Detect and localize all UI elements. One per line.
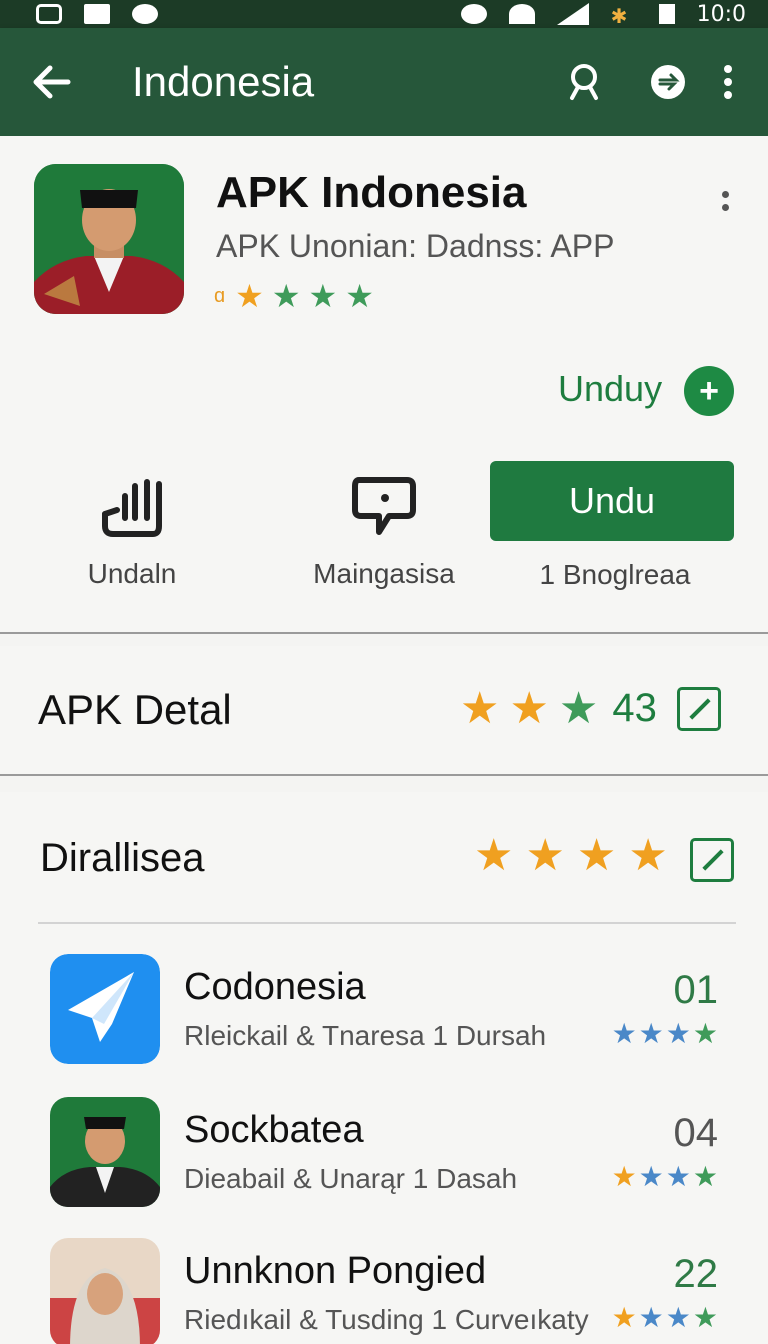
search-button[interactable] [554,52,614,112]
list-item-subtitle: Riedıkail & Tusding 1 Curveıkaty [184,1304,589,1335]
list-item-count: 04 [673,1111,719,1155]
star-icon: ★ [576,831,617,880]
status-bar: ✱ 10:0 [0,0,768,28]
star-icon: ★ [460,683,500,733]
list-item-title: Unnknon Pongied [184,1250,487,1292]
avatar-icon [34,164,184,314]
star-icon: ★ [611,1302,637,1333]
star-icon: ★ [638,1302,664,1333]
avatar-icon [50,1238,160,1344]
app-bar: Indonesia [0,28,768,136]
star-icon: ★ [665,1161,691,1192]
app-name: APK Indonesia [216,168,527,217]
install-button[interactable]: Undu [490,461,734,541]
add-button[interactable]: + [684,366,734,416]
notification-icon: ✱ [610,6,628,28]
star-icon: ★ [474,831,514,880]
star-icon: ★ [308,278,338,314]
star-icon: ★ [611,1018,637,1049]
instagram-icon [36,4,62,24]
dot [721,191,729,198]
list-item-count: 22 [673,1252,719,1296]
star-icon: ★ [235,278,264,314]
hand-icon [92,466,172,546]
back-button[interactable] [22,52,82,112]
list-item-subtitle: Rleickail & Tnaresa 1 Dursah [184,1020,547,1051]
apk-detail-row[interactable]: APK Detal ★ ★ ★ 43 [0,646,768,776]
share-icon [651,65,685,99]
page-title: Indonesia [132,58,315,105]
star-icon: ★ [638,1018,664,1049]
list-item-title: Sockbatea [184,1109,364,1151]
list-item[interactable]: Sockbatea Dieabail & Unarąr 1 Dasah 04 ★… [0,1097,768,1217]
list-item-count: 01 [673,968,719,1012]
list-item-rating: ★ ★ ★ ★ [612,1163,718,1191]
divider [38,922,736,924]
list-item-title: Codonesia [184,966,366,1008]
star-icon: ★ [271,278,301,314]
app-rating: ɑ ★ ★ ★ ★ [214,280,374,312]
arrow-back-icon [33,65,71,99]
action-label: Undaln [87,558,177,589]
star-icon: ★ [628,831,668,880]
action-maingasisa[interactable]: Maingasisa [296,466,472,589]
app-icon [34,164,184,314]
share-button[interactable] [638,52,698,112]
wifi-icon [508,4,535,24]
star-icon: ★ [345,278,374,314]
download-link[interactable]: Unduy [558,368,662,410]
paper-plane-icon [50,954,160,1064]
search-icon [570,64,598,100]
edit-icon[interactable] [690,838,734,882]
dot [721,204,729,211]
detail-title: APK Detal [38,686,232,733]
list-item-rating: ★ ★ ★ ★ [612,1020,718,1048]
rating-prefix: ɑ [214,284,226,307]
star-icon: ★ [665,1018,691,1049]
list-item-rating: ★ ★ ★ ★ [612,1304,718,1332]
image-icon [84,4,110,24]
install-caption: 1 Bnoglreaa [539,559,691,590]
more-options-button[interactable] [698,52,758,112]
star-icon: ★ [692,1302,718,1333]
detail-rating: ★ ★ ★ 43 [460,686,721,731]
plus-icon: + [699,371,719,410]
star-icon: ★ [611,1161,637,1192]
list-item[interactable]: Codonesia Rleickail & Tnaresa 1 Dursah 0… [0,954,768,1074]
section-rating: ★ ★ ★ ★ [474,834,668,878]
star-icon: ★ [558,683,599,733]
star-icon: ★ [509,683,549,733]
app-notification-icon [132,4,158,24]
brightness-icon [460,4,487,24]
app-more-button[interactable] [710,176,740,226]
detail-score: 43 [612,686,657,730]
battery-icon [658,4,675,24]
signal-icon [556,3,589,25]
avatar-icon [50,1097,160,1207]
app-subtitle: APK Unonian: Dadnss: APP [216,228,615,264]
star-icon: ★ [692,1018,718,1049]
star-icon: ★ [665,1302,691,1333]
more-vert-icon [724,65,732,99]
edit-icon[interactable] [676,686,721,731]
list-item[interactable]: Unnknon Pongied Riedıkail & Tusding 1 Cu… [0,1238,768,1344]
star-icon: ★ [692,1161,718,1192]
related-apps-section: Dirallisea ★ ★ ★ ★ Codonesia Rleickail &… [0,792,768,1344]
app-header-card: APK Indonesia APK Unonian: Dadnss: APP ɑ… [0,136,768,634]
action-label: Maingasisa [313,558,455,589]
clock: 10:0 [696,1,746,27]
list-item-subtitle: Dieabail & Unarąr 1 Dasah [184,1163,518,1194]
section-title: Dirallisea [40,836,205,880]
action-undaln[interactable]: Undaln [60,466,204,589]
star-icon: ★ [525,831,565,880]
chat-bubble-icon [344,466,424,546]
star-icon: ★ [638,1161,664,1192]
